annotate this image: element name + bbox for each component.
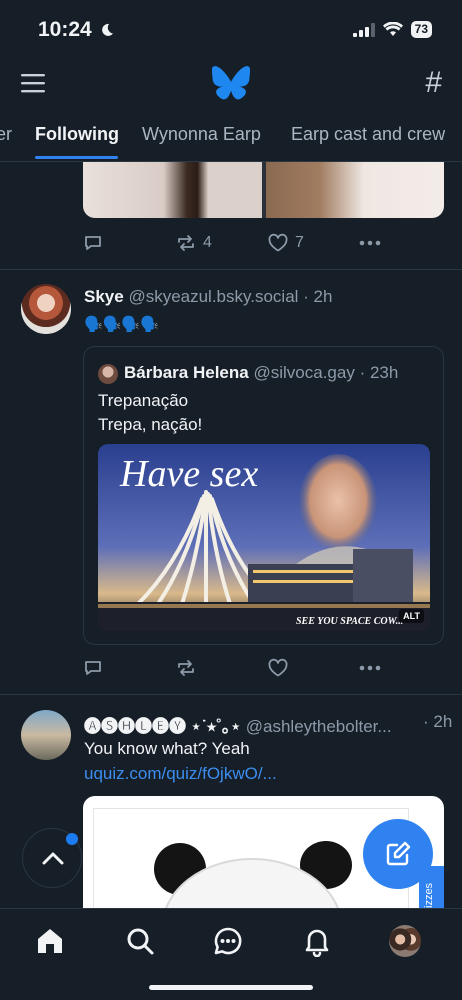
card-side-text: izzes [423,882,435,908]
more-button[interactable] [359,240,451,246]
author-handle[interactable]: @ashleythebolter... [246,717,392,736]
avatar[interactable] [21,710,71,760]
wifi-icon [382,22,403,36]
image-subcaption: SEE YOU SPACE COW... [296,616,403,627]
reply-icon [85,661,101,675]
signal-icon [352,22,375,37]
compose-button[interactable] [363,819,433,889]
quote-author-name[interactable]: Bárbara Helena [124,363,249,382]
post-actions [83,656,451,680]
author-name[interactable]: Skye [84,287,124,306]
active-tab-indicator [35,156,118,159]
moon-icon [101,23,113,36]
like-button[interactable]: 7 [267,233,359,253]
post-link[interactable]: uquiz.com/quiz/fOjkwO/... [84,762,277,786]
feed-tabs: er Following Wynonna Earp Earp cast and … [0,110,462,162]
image-caption: Have sex [119,453,258,495]
post-header: Skye @skyeazul.bsky.social · 2h [84,287,332,307]
hashtag-icon[interactable]: # [425,66,442,100]
repost-count: 4 [203,234,212,251]
more-icon [359,665,381,671]
quote-author-handle[interactable]: @silvoca.gay [253,363,354,382]
post-divider [0,269,462,270]
link-card-image [93,808,409,908]
quote-header: Bárbara Helena @silvoca.gay · 23h [124,363,398,383]
post-text: You know what? Yeah [84,739,250,758]
more-button[interactable] [359,665,451,671]
repost-button[interactable]: 4 [175,233,267,253]
quote-avatar[interactable] [98,364,118,384]
reply-button[interactable] [83,658,175,678]
like-icon [268,233,288,252]
feed[interactable]: 4 7 Skye @skyeazul.bsky.social · 2h 🗣️🗣️… [0,162,462,908]
post-divider [0,694,462,695]
author-name[interactable]: 🅐🅢🅗🅛🅔🅨 ⋆˙⭒˚｡⋆ [84,717,241,736]
alt-badge[interactable]: ALT [399,609,424,623]
post-text: 🗣️🗣️🗣️🗣️ [84,316,159,333]
search-icon[interactable] [124,925,156,957]
more-icon [359,240,381,246]
home-icon[interactable] [34,925,66,957]
home-indicator [149,985,313,990]
post-actions: 4 7 [83,231,451,255]
repost-button[interactable] [175,658,267,678]
post-image[interactable] [83,162,444,218]
like-count: 7 [295,234,304,251]
chat-icon[interactable] [212,925,244,957]
like-icon [268,658,288,677]
quote-image[interactable]: Have sex SEE YOU SPACE COW... ALT [98,444,430,631]
compose-icon [386,841,411,866]
menu-icon[interactable] [20,70,46,96]
author-handle[interactable]: @skyeazul.bsky.social [128,287,298,306]
profile-avatar[interactable] [389,925,421,957]
quote-time: · 23h [359,363,399,382]
quoted-post[interactable]: Bárbara Helena @silvoca.gay · 23h Trepan… [83,346,444,645]
avatar[interactable] [21,284,71,334]
status-bar: 10:24 73 [0,0,462,60]
bell-icon[interactable] [301,925,333,957]
reply-button[interactable] [83,233,175,253]
repost-icon [178,235,194,251]
tab-earp-cast-and-crew[interactable]: Earp cast and crew [291,124,445,145]
top-nav: # [0,60,462,106]
repost-icon [178,660,194,676]
new-posts-indicator [66,833,78,845]
post-time: · 2h [303,287,333,306]
cathedral-meme-image: Have sex SEE YOU SPACE COW... [98,444,430,631]
tab-following[interactable]: Following [35,124,119,145]
quote-text: Trepanação Trepa, nação! [98,391,203,434]
tab-wynonna-earp[interactable]: Wynonna Earp [142,124,261,145]
bluesky-butterfly-logo [212,66,250,100]
post-time: · 2h [423,712,453,731]
post-header: 🅐🅢🅗🅛🅔🅨 ⋆˙⭒˚｡⋆ @ashleythebolter... · 2h [84,712,452,737]
status-time: 10:24 [38,18,114,42]
reply-icon [85,236,101,250]
battery-indicator: 73 [410,21,432,38]
like-button[interactable] [267,658,359,678]
tab-partial[interactable]: er [0,124,12,145]
